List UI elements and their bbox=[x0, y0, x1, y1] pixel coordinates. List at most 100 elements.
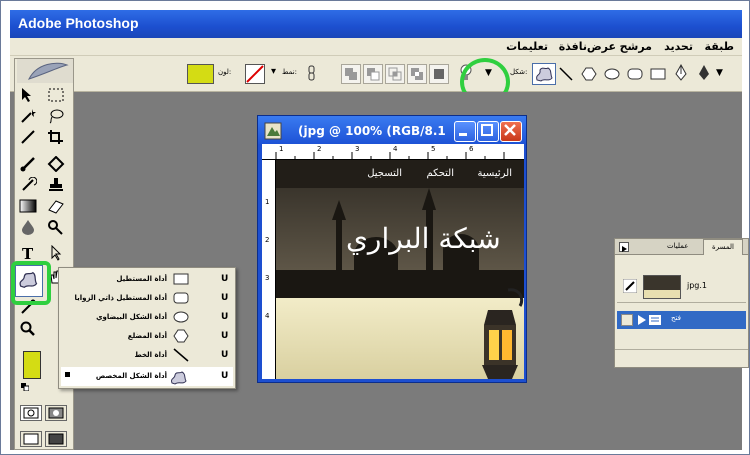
style-dropdown-arrow[interactable]: ▾ bbox=[271, 66, 276, 77]
menu-select[interactable]: تحديد bbox=[664, 40, 693, 53]
crop-icon bbox=[48, 130, 63, 144]
move-tool[interactable] bbox=[19, 87, 41, 105]
color-swatch-fill bbox=[188, 65, 213, 83]
default-colors-icon[interactable] bbox=[21, 381, 30, 392]
line-shape-icon[interactable] bbox=[558, 66, 574, 85]
quickmask-mode-button[interactable] bbox=[45, 405, 67, 421]
standard-mode-button[interactable] bbox=[20, 405, 42, 421]
blur-tool[interactable] bbox=[19, 219, 41, 237]
ellipse-shape-icon[interactable] bbox=[604, 66, 620, 85]
flyout-item-ellipse[interactable]: أداة الشكل البيضاوي U bbox=[61, 308, 233, 327]
maximize-icon bbox=[481, 124, 493, 136]
flyout-label: أداة الخط bbox=[134, 351, 167, 359]
magic-wand-tool[interactable] bbox=[19, 108, 41, 126]
brush-icon bbox=[622, 278, 638, 296]
link-icon[interactable] bbox=[307, 64, 317, 85]
slice-icon bbox=[21, 130, 35, 144]
layer-thumbnail bbox=[643, 275, 681, 299]
combine-subtract-button[interactable] bbox=[363, 64, 383, 84]
type-icon: T bbox=[22, 245, 34, 263]
options-bar: لون: ▾ نمط: ▼ شكل: ▼ bbox=[10, 56, 742, 92]
custom-shape-tool-button[interactable] bbox=[532, 63, 556, 85]
tab-actions[interactable]: عمليات bbox=[667, 242, 688, 250]
photoshop-doc-icon bbox=[264, 122, 282, 143]
ruler-tick-label: 5 bbox=[431, 145, 436, 153]
brush-tool[interactable] bbox=[19, 156, 41, 174]
style-picker[interactable] bbox=[245, 64, 265, 84]
freeform-pen-icon[interactable] bbox=[673, 63, 689, 85]
visibility-toggle[interactable] bbox=[621, 314, 633, 326]
ruler-tick-label: 2 bbox=[265, 236, 270, 244]
healing-tool[interactable] bbox=[47, 155, 69, 174]
polygon-icon bbox=[173, 329, 189, 345]
combine-exclude-button[interactable] bbox=[407, 64, 427, 84]
flyout-shortcut: U bbox=[221, 293, 229, 303]
flyout-shortcut: U bbox=[221, 331, 229, 341]
ruler-tick-label: 2 bbox=[317, 145, 322, 153]
nav-home-link[interactable]: الرئيسية bbox=[478, 168, 512, 179]
document-canvas[interactable]: الرئيسية التحكم التسجيل شبكة البراري bbox=[276, 160, 524, 379]
dodge-tool[interactable] bbox=[47, 219, 69, 237]
pen-tool-icon[interactable] bbox=[696, 64, 712, 85]
close-button[interactable] bbox=[500, 121, 522, 142]
menu-window[interactable]: نافذة bbox=[559, 40, 587, 53]
zoom-tool[interactable] bbox=[19, 321, 41, 339]
toolbox-panel: T bbox=[14, 58, 74, 450]
open-state-icon bbox=[637, 313, 663, 330]
eraser-tool[interactable] bbox=[47, 198, 69, 216]
gradient-tool[interactable] bbox=[19, 198, 41, 216]
rectangle-icon bbox=[173, 272, 189, 288]
menu-filter[interactable]: مرشح bbox=[620, 40, 652, 53]
flyout-label: أداة المستطيل ذاتي الزوايا bbox=[74, 294, 167, 302]
polygon-shape-icon[interactable] bbox=[581, 66, 597, 85]
nav-control-link[interactable]: التحكم bbox=[427, 168, 454, 179]
foreground-color-swatch[interactable] bbox=[23, 351, 41, 379]
fullscreen-mode-button[interactable] bbox=[45, 431, 67, 447]
flyout-item-rounded-rectangle[interactable]: أداة المستطيل ذاتي الزوايا U bbox=[61, 289, 233, 308]
ruler-tick-label: 4 bbox=[393, 145, 398, 153]
panel-menu-button[interactable] bbox=[619, 242, 629, 252]
nav-register-link[interactable]: التسجيل bbox=[367, 168, 402, 179]
flyout-item-custom-shape[interactable]: أداة الشكل المخصص U bbox=[61, 367, 233, 386]
no-style-icon bbox=[246, 65, 264, 83]
menu-view[interactable]: عرض bbox=[587, 40, 616, 53]
gradient-icon bbox=[19, 199, 37, 213]
menu-help[interactable]: تعليمات bbox=[506, 40, 548, 53]
stamp-tool[interactable] bbox=[47, 177, 69, 195]
rect-shape-icon[interactable] bbox=[650, 66, 666, 85]
move-icon bbox=[22, 88, 31, 102]
toolbox-header bbox=[17, 59, 73, 83]
screen-mode-button[interactable] bbox=[20, 431, 42, 447]
style-label: نمط: bbox=[282, 68, 297, 76]
flyout-label: أداة الشكل المخصص bbox=[95, 372, 167, 380]
eraser-icon bbox=[48, 200, 64, 214]
tab-history[interactable]: المسرة bbox=[703, 239, 743, 255]
combine-add-button[interactable] bbox=[341, 64, 361, 84]
color-swatch[interactable] bbox=[187, 64, 214, 84]
minimize-button[interactable] bbox=[454, 121, 476, 142]
path-select-tool[interactable] bbox=[47, 244, 69, 263]
history-brush-tool[interactable] bbox=[19, 176, 41, 195]
layer-row-image[interactable]: jpg.1 bbox=[617, 271, 746, 303]
rounded-rect-shape-icon[interactable] bbox=[627, 66, 643, 85]
crop-tool[interactable] bbox=[47, 129, 69, 147]
flyout-item-polygon[interactable]: أداة المضلع U bbox=[61, 327, 233, 346]
ruler-tick-label: 4 bbox=[265, 312, 270, 320]
marquee-tool[interactable] bbox=[47, 87, 69, 105]
maximize-button[interactable] bbox=[477, 121, 499, 142]
document-title: (jpg @ 100% (RGB/8.1 bbox=[298, 124, 446, 138]
flyout-shortcut: U bbox=[221, 371, 229, 381]
flyout-item-line[interactable]: أداة الخط U bbox=[61, 346, 233, 365]
menu-layer[interactable]: طبقة bbox=[705, 40, 734, 53]
path-dropdown-arrow[interactable]: ▼ bbox=[716, 68, 723, 78]
combine-intersect-button[interactable] bbox=[385, 64, 405, 84]
eyedropper-slice-tool[interactable] bbox=[19, 129, 41, 147]
layer-row-open[interactable]: فتح bbox=[617, 311, 746, 329]
ruler-vertical: 1 2 3 4 bbox=[262, 160, 276, 379]
shape-label: شكل: bbox=[510, 68, 528, 76]
lasso-tool[interactable] bbox=[47, 108, 69, 126]
combine-new-button[interactable] bbox=[429, 64, 449, 84]
app-title: Adobe Photoshop bbox=[18, 15, 139, 31]
flyout-item-rectangle[interactable]: أداة المستطيل U bbox=[61, 270, 233, 289]
highlight-ring-shape-tool bbox=[11, 261, 51, 305]
